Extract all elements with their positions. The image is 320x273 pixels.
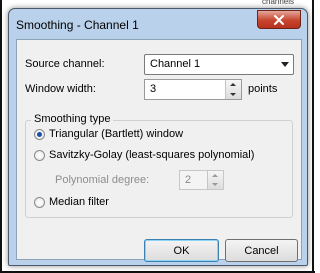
ok-button[interactable]: OK [144,239,219,262]
background-text: channels [262,0,295,6]
smoothing-type-group: Smoothing type Triangular (Bartlett) win… [25,113,293,218]
spin-up-icon[interactable] [230,83,236,86]
close-button[interactable] [257,10,301,29]
spin-up-icon[interactable] [212,174,218,177]
polynomial-degree-label: Polynomial degree: [55,174,150,186]
source-channel-label: Source channel: [25,58,105,70]
radio-savitzky-golay[interactable]: Savitzky-Golay (least-squares polynomial… [34,149,254,161]
chevron-down-icon [281,62,289,67]
dialog-content: Source channel: Channel 1 Window width: … [16,39,302,262]
window-width-value: 3 [150,83,157,95]
smoothing-type-label: Smoothing type [31,113,114,125]
source-channel-value: Channel 1 [150,58,201,70]
background-border-right [312,0,314,273]
ok-button-label: OK [173,244,190,257]
radio-button-icon[interactable] [34,128,45,140]
cancel-button-label: Cancel [244,244,279,257]
window-width-spin-buttons[interactable] [225,80,241,99]
radio-savitzky-golay-label: Savitzky-Golay (least-squares polynomial… [49,149,255,161]
radio-median-filter[interactable]: Median filter [34,196,109,208]
polynomial-degree-spin-buttons[interactable] [207,171,223,189]
cancel-button[interactable]: Cancel [225,239,298,262]
radio-selected-dot [37,131,42,137]
radio-triangular-label: Triangular (Bartlett) window [49,128,184,140]
polynomial-degree-value: 2 [185,174,192,186]
smoothing-dialog: Smoothing - Channel 1 Source channel: Ch… [8,8,308,266]
window-width-spinbox[interactable]: 3 [144,79,242,100]
window-width-unit: points [248,83,278,95]
radio-button-icon[interactable] [34,149,45,161]
polynomial-degree-spinbox[interactable]: 2 [179,170,224,190]
dialog-title: Smoothing - Channel 1 [16,18,139,32]
spin-down-icon[interactable] [230,93,236,96]
radio-button-icon[interactable] [34,196,45,208]
close-icon [274,14,284,25]
spin-down-icon[interactable] [212,183,218,186]
source-channel-select[interactable]: Channel 1 [144,54,294,75]
radio-median-filter-label: Median filter [49,196,109,208]
radio-triangular[interactable]: Triangular (Bartlett) window [34,128,183,140]
window-width-label: Window width: [25,83,96,95]
background-border-left [0,0,2,273]
